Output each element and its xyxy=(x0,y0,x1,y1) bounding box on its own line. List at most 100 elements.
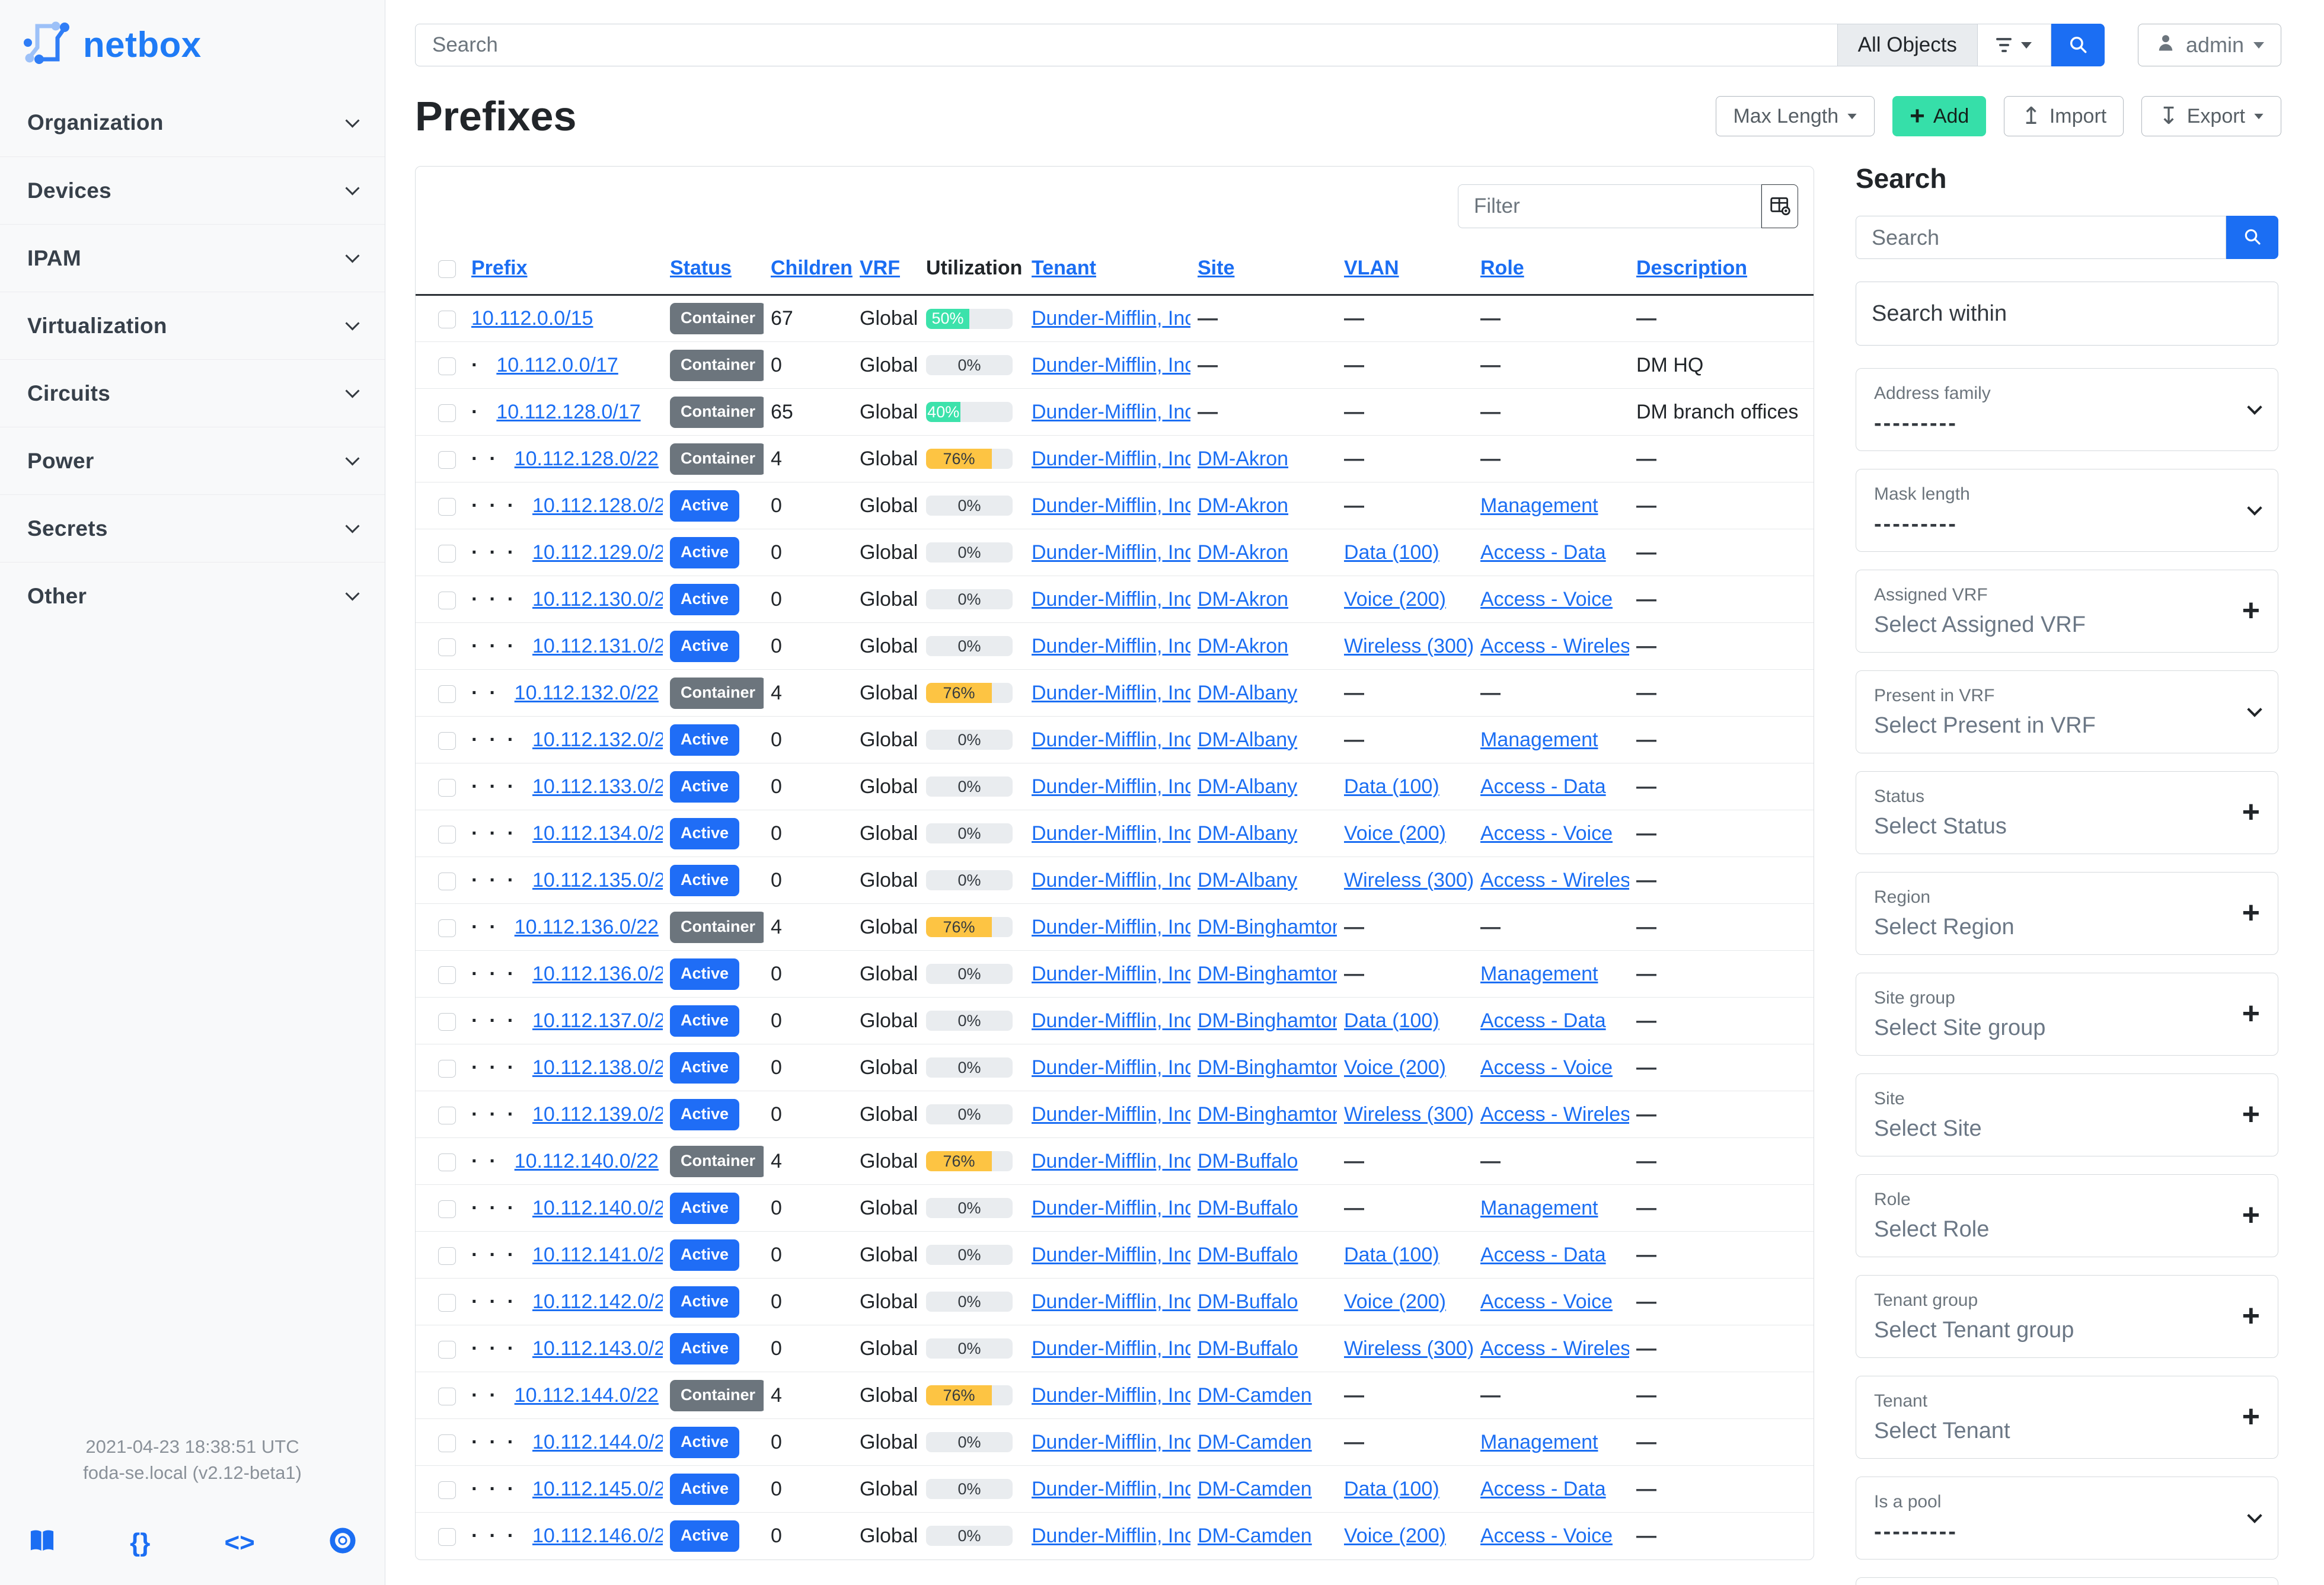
tenant-link[interactable]: Dunder-Mifflin, Inc. xyxy=(1032,775,1190,798)
site-link[interactable]: DM-Camden xyxy=(1198,1525,1312,1547)
vlan-link[interactable]: Data (100) xyxy=(1344,1478,1439,1500)
filter-field-assigned-vrf[interactable]: Assigned VRFSelect Assigned VRF+ xyxy=(1856,570,2278,653)
role-link[interactable]: Management xyxy=(1480,1431,1598,1453)
vlan-link[interactable]: Voice (200) xyxy=(1344,822,1446,845)
role-link[interactable]: Access - Voice xyxy=(1480,1056,1613,1079)
row-checkbox[interactable] xyxy=(438,1294,456,1312)
table-filter-input[interactable] xyxy=(1458,184,1761,228)
prefix-link[interactable]: 10.112.140.0/22 xyxy=(515,1150,659,1172)
prefix-link[interactable]: 10.112.128.0/22 xyxy=(515,448,659,470)
tenant-link[interactable]: Dunder-Mifflin, Inc. xyxy=(1032,1525,1190,1547)
row-checkbox[interactable] xyxy=(438,779,456,797)
global-search-button[interactable] xyxy=(2051,24,2105,66)
sort-link-vrf[interactable]: VRF xyxy=(860,257,900,279)
row-checkbox[interactable] xyxy=(438,1060,456,1078)
row-checkbox[interactable] xyxy=(438,919,456,937)
tenant-link[interactable]: Dunder-Mifflin, Inc. xyxy=(1032,1197,1190,1219)
vlan-link[interactable]: Data (100) xyxy=(1344,775,1439,798)
tenant-link[interactable]: Dunder-Mifflin, Inc. xyxy=(1032,682,1190,704)
plus-icon[interactable]: + xyxy=(2242,1307,2260,1325)
site-link[interactable]: DM-Binghamton xyxy=(1198,1103,1337,1126)
sort-link-prefix[interactable]: Prefix xyxy=(471,257,528,279)
prefix-link[interactable]: 10.112.133.0/24 xyxy=(532,775,663,798)
role-link[interactable]: Management xyxy=(1480,963,1598,985)
prefix-link[interactable]: 10.112.129.0/24 xyxy=(532,541,663,564)
help-lifebuoy-icon[interactable] xyxy=(329,1527,356,1559)
prefix-link[interactable]: 10.112.134.0/24 xyxy=(532,822,663,845)
row-checkbox[interactable] xyxy=(438,873,456,890)
site-link[interactable]: DM-Akron xyxy=(1198,448,1288,470)
row-checkbox[interactable] xyxy=(438,966,456,984)
row-checkbox[interactable] xyxy=(438,404,456,422)
filter-field-status[interactable]: StatusSelect Status+ xyxy=(1856,771,2278,854)
row-checkbox[interactable] xyxy=(438,1200,456,1218)
prefix-link[interactable]: 10.112.0.0/15 xyxy=(471,307,593,330)
export-dropdown-button[interactable]: ↧ Export xyxy=(2141,96,2281,136)
prefix-link[interactable]: 10.112.139.0/24 xyxy=(532,1103,663,1126)
plus-icon[interactable]: + xyxy=(2242,803,2260,822)
prefix-link[interactable]: 10.112.137.0/24 xyxy=(532,1009,663,1032)
role-link[interactable]: Access - Voice xyxy=(1480,822,1613,845)
row-checkbox[interactable] xyxy=(438,685,456,703)
netbox-logo[interactable]: netbox xyxy=(0,0,385,89)
prefix-link[interactable]: 10.112.0.0/17 xyxy=(496,354,618,376)
filter-field-region[interactable]: RegionSelect Region+ xyxy=(1856,872,2278,955)
site-link[interactable]: DM-Buffalo xyxy=(1198,1337,1298,1360)
sidebar-item-other[interactable]: Other xyxy=(0,562,385,629)
site-link[interactable]: DM-Akron xyxy=(1198,541,1288,564)
vlan-link[interactable]: Voice (200) xyxy=(1344,1525,1446,1547)
vlan-link[interactable]: Data (100) xyxy=(1344,1009,1439,1032)
filter-field-present-in-vrf[interactable]: Present in VRFSelect Present in VRF xyxy=(1856,670,2278,753)
plus-icon[interactable]: + xyxy=(2242,1105,2260,1124)
filter-field-role[interactable]: RoleSelect Role+ xyxy=(1856,1174,2278,1257)
prefix-link[interactable]: 10.112.146.0/24 xyxy=(532,1525,663,1547)
plus-icon[interactable]: + xyxy=(2242,1005,2260,1023)
sort-link-status[interactable]: Status xyxy=(670,257,732,279)
site-link[interactable]: DM-Binghamton xyxy=(1198,916,1337,938)
sidebar-item-power[interactable]: Power xyxy=(0,427,385,494)
vlan-link[interactable]: Wireless (300) xyxy=(1344,1103,1473,1126)
site-link[interactable]: DM-Buffalo xyxy=(1198,1290,1298,1313)
tenant-link[interactable]: Dunder-Mifflin, Inc. xyxy=(1032,963,1190,985)
role-link[interactable]: Access - Data xyxy=(1480,1478,1606,1500)
prefix-link[interactable]: 10.112.132.0/28 xyxy=(532,728,663,751)
tenant-link[interactable]: Dunder-Mifflin, Inc. xyxy=(1032,1290,1190,1313)
row-checkbox[interactable] xyxy=(438,498,456,516)
row-checkbox[interactable] xyxy=(438,1528,456,1546)
tenant-link[interactable]: Dunder-Mifflin, Inc. xyxy=(1032,1337,1190,1360)
sidebar-item-ipam[interactable]: IPAM xyxy=(0,224,385,292)
site-link[interactable]: DM-Buffalo xyxy=(1198,1150,1298,1172)
role-link[interactable]: Access - Data xyxy=(1480,775,1606,798)
row-checkbox[interactable] xyxy=(438,732,456,750)
sidebar-item-organization[interactable]: Organization xyxy=(0,89,385,156)
add-button[interactable]: + Add xyxy=(1892,96,1986,136)
role-link[interactable]: Access - Data xyxy=(1480,541,1606,564)
sidebar-item-devices[interactable]: Devices xyxy=(0,156,385,224)
chevron-down-icon[interactable] xyxy=(2247,500,2262,515)
site-link[interactable]: DM-Buffalo xyxy=(1198,1197,1298,1219)
row-checkbox[interactable] xyxy=(438,357,456,375)
sort-link-role[interactable]: Role xyxy=(1480,257,1524,279)
tenant-link[interactable]: Dunder-Mifflin, Inc. xyxy=(1032,635,1190,657)
prefix-link[interactable]: 10.112.136.0/22 xyxy=(515,916,659,938)
prefix-link[interactable]: 10.112.132.0/22 xyxy=(515,682,659,704)
tenant-link[interactable]: Dunder-Mifflin, Inc. xyxy=(1032,1056,1190,1079)
tenant-link[interactable]: Dunder-Mifflin, Inc. xyxy=(1032,307,1190,330)
search-within-field[interactable]: Search within xyxy=(1856,282,2278,346)
row-checkbox[interactable] xyxy=(438,311,456,328)
tenant-link[interactable]: Dunder-Mifflin, Inc. xyxy=(1032,448,1190,470)
select-all-checkbox[interactable] xyxy=(438,260,456,278)
sidebar-item-secrets[interactable]: Secrets xyxy=(0,494,385,562)
tenant-link[interactable]: Dunder-Mifflin, Inc. xyxy=(1032,401,1190,423)
tenant-link[interactable]: Dunder-Mifflin, Inc. xyxy=(1032,494,1190,517)
sidebar-item-circuits[interactable]: Circuits xyxy=(0,359,385,427)
vlan-link[interactable]: Voice (200) xyxy=(1344,1290,1446,1313)
filter-field-tags[interactable]: TagsSelect Tags+ xyxy=(1856,1577,2278,1585)
prefix-link[interactable]: 10.112.131.0/24 xyxy=(532,635,663,657)
prefix-link[interactable]: 10.112.128.0/17 xyxy=(496,401,640,423)
prefix-link[interactable]: 10.112.136.0/28 xyxy=(532,963,663,985)
role-link[interactable]: Access - Data xyxy=(1480,1244,1606,1266)
search-filter-dropdown-button[interactable] xyxy=(1978,24,2051,66)
chevron-down-icon[interactable] xyxy=(2247,400,2262,414)
site-link[interactable]: DM-Akron xyxy=(1198,635,1288,657)
